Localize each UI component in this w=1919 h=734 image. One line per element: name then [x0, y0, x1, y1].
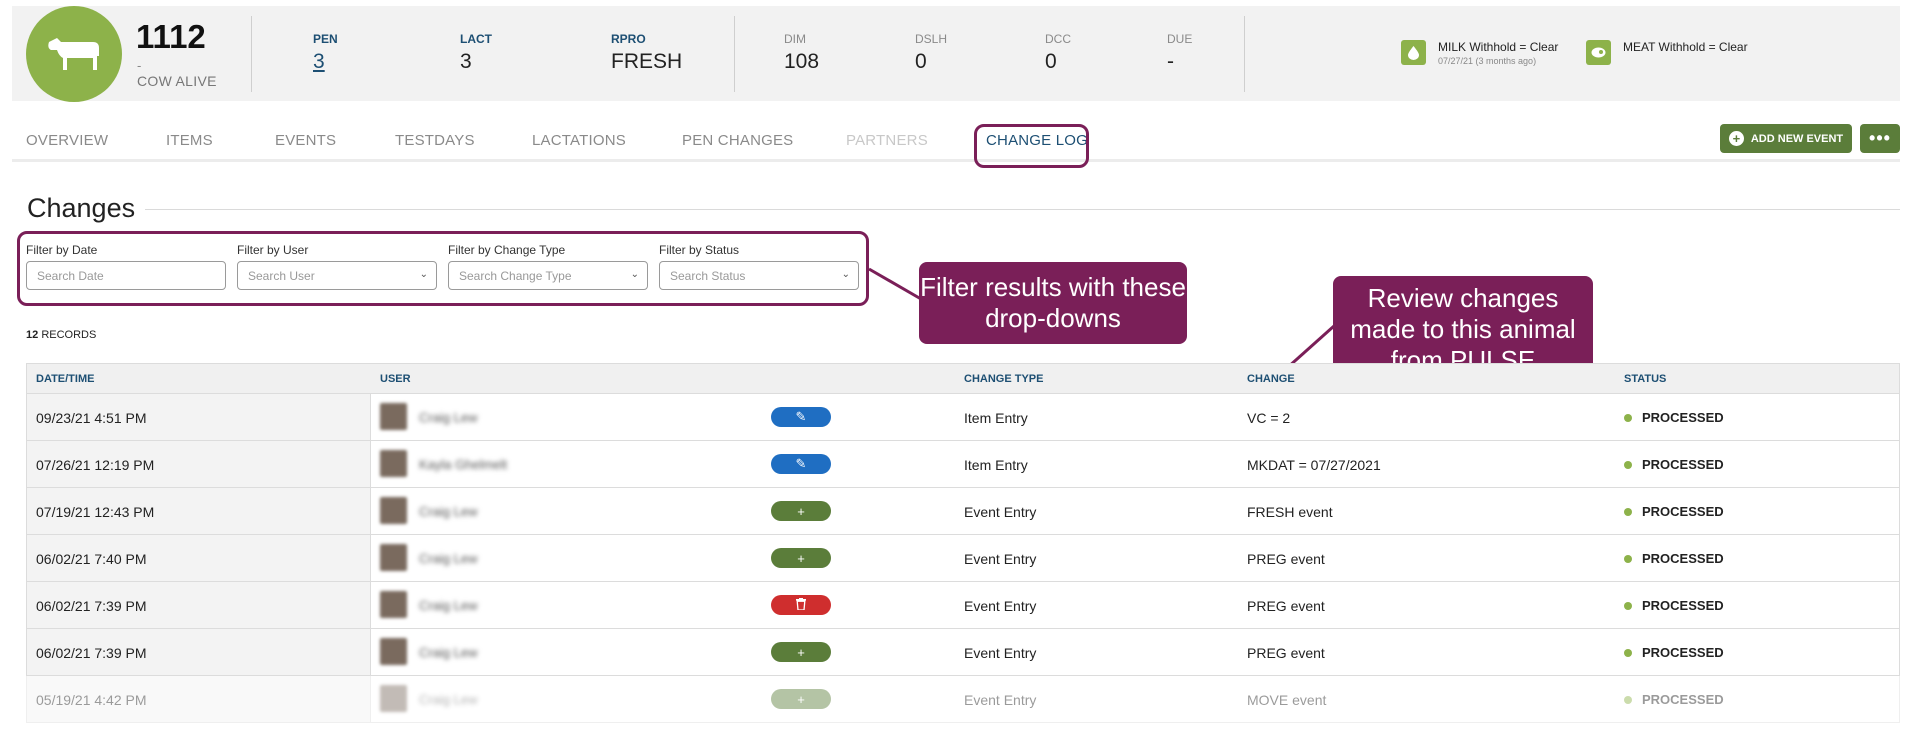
user-avatar [380, 638, 407, 665]
row-user-name: Craig Lew [419, 504, 478, 519]
row-status: PROCESSED [1624, 551, 1724, 566]
row-change-type: Item Entry [964, 410, 1028, 426]
record-count-value: 12 [26, 329, 39, 341]
action-badge: + [771, 642, 831, 662]
row-status: PROCESSED [1624, 504, 1724, 519]
table-row[interactable]: 06/02/21 7:40 PM Craig Lew + Event Entry PRE… [26, 535, 1900, 582]
row-change: PREG event [1247, 645, 1325, 661]
status-dot [1624, 695, 1632, 704]
row-change: VC = 2 [1247, 410, 1291, 426]
action-badge: ✎ [771, 407, 831, 427]
change-log-table: DATE/TIME USER CHANGE TYPE CHANGE STATUS… [26, 363, 1900, 723]
row-user-name: Craig Lew [419, 645, 478, 660]
row-status: PROCESSED [1624, 457, 1724, 472]
record-count: 12 RECORDS [26, 329, 96, 341]
row-user-name: Craig Lew [419, 551, 478, 566]
pencil-icon: ✎ [795, 456, 807, 471]
row-status: PROCESSED [1624, 598, 1724, 613]
action-badge: + [771, 548, 831, 568]
action-badge [771, 595, 831, 615]
row-datetime: 09/23/21 4:51 PM [36, 410, 147, 426]
table-row[interactable]: 05/19/21 4:42 PM Craig Lew + Event Entry MOV… [26, 676, 1900, 723]
row-status: PROCESSED [1624, 645, 1724, 660]
status-dot [1624, 460, 1632, 469]
row-change: MKDAT = 07/27/2021 [1247, 457, 1381, 473]
row-user-name: Craig Lew [419, 598, 478, 613]
date-cell: 07/19/21 12:43 PM [27, 488, 371, 534]
user-avatar [380, 497, 407, 524]
row-datetime: 07/26/21 12:19 PM [36, 457, 155, 473]
row-change-type: Event Entry [964, 598, 1037, 614]
column-header-change-type[interactable]: CHANGE TYPE [964, 373, 1043, 385]
date-cell: 09/23/21 4:51 PM [27, 394, 371, 440]
row-datetime: 07/19/21 12:43 PM [36, 504, 155, 520]
date-cell: 06/02/21 7:40 PM [27, 535, 371, 581]
row-datetime: 06/02/21 7:40 PM [36, 551, 147, 567]
row-status-label: PROCESSED [1642, 645, 1724, 660]
column-header-user[interactable]: USER [380, 373, 411, 385]
table-row[interactable]: 07/26/21 12:19 PM Kayla Ghelmelt ✎ Item Ent… [26, 441, 1900, 488]
date-cell: 07/26/21 12:19 PM [27, 441, 371, 487]
row-change-type: Event Entry [964, 692, 1037, 708]
record-count-label: RECORDS [41, 329, 97, 341]
row-status-label: PROCESSED [1642, 551, 1724, 566]
row-status-label: PROCESSED [1642, 410, 1724, 425]
table-row[interactable]: 06/02/21 7:39 PM Craig Lew + Event Entry PRE… [26, 629, 1900, 676]
row-status: PROCESSED [1624, 410, 1724, 425]
pencil-icon: ✎ [795, 409, 807, 424]
column-header-datetime[interactable]: DATE/TIME [36, 373, 94, 385]
row-change-type: Item Entry [964, 457, 1028, 473]
row-change: FRESH event [1247, 504, 1333, 520]
table-header: DATE/TIME USER CHANGE TYPE CHANGE STATUS [26, 363, 1900, 394]
user-avatar [380, 403, 407, 430]
row-change: MOVE event [1247, 692, 1327, 708]
plus-icon: + [797, 691, 805, 707]
row-datetime: 05/19/21 4:42 PM [36, 692, 147, 708]
user-avatar [380, 450, 407, 477]
date-cell: 06/02/21 7:39 PM [27, 629, 371, 675]
table-row[interactable]: 06/02/21 7:39 PM Craig Lew Event Entry PREG… [26, 582, 1900, 629]
status-dot [1624, 507, 1632, 516]
status-dot [1624, 601, 1632, 610]
row-user-name: Craig Lew [419, 410, 478, 425]
row-datetime: 06/02/21 7:39 PM [36, 598, 147, 614]
row-change-type: Event Entry [964, 645, 1037, 661]
table-row[interactable]: 09/23/21 4:51 PM Craig Lew ✎ Item Entry VC =… [26, 394, 1900, 441]
trash-icon [796, 597, 806, 613]
row-status-label: PROCESSED [1642, 692, 1724, 707]
row-change-type: Event Entry [964, 504, 1037, 520]
status-dot [1624, 648, 1632, 657]
status-dot [1624, 413, 1632, 422]
plus-icon: + [797, 550, 805, 566]
row-user-name: Kayla Ghelmelt [419, 457, 508, 472]
action-badge: + [771, 689, 831, 709]
column-header-change[interactable]: CHANGE [1247, 373, 1295, 385]
column-header-status[interactable]: STATUS [1624, 373, 1666, 385]
plus-icon: + [797, 503, 805, 519]
user-avatar [380, 685, 407, 712]
row-change-type: Event Entry [964, 551, 1037, 567]
user-avatar [380, 591, 407, 618]
plus-icon: + [797, 644, 805, 660]
row-change: PREG event [1247, 551, 1325, 567]
row-status: PROCESSED [1624, 692, 1724, 707]
row-datetime: 06/02/21 7:39 PM [36, 645, 147, 661]
table-row[interactable]: 07/19/21 12:43 PM Craig Lew + Event Entry FR… [26, 488, 1900, 535]
row-status-label: PROCESSED [1642, 598, 1724, 613]
date-cell: 06/02/21 7:39 PM [27, 582, 371, 628]
status-dot [1624, 554, 1632, 563]
user-avatar [380, 544, 407, 571]
row-user-name: Craig Lew [419, 692, 478, 707]
action-badge: + [771, 501, 831, 521]
row-status-label: PROCESSED [1642, 457, 1724, 472]
action-badge: ✎ [771, 454, 831, 474]
filter-callout: Filter results with these drop-downs [919, 262, 1187, 344]
row-change: PREG event [1247, 598, 1325, 614]
date-cell: 05/19/21 4:42 PM [27, 676, 371, 722]
row-status-label: PROCESSED [1642, 504, 1724, 519]
